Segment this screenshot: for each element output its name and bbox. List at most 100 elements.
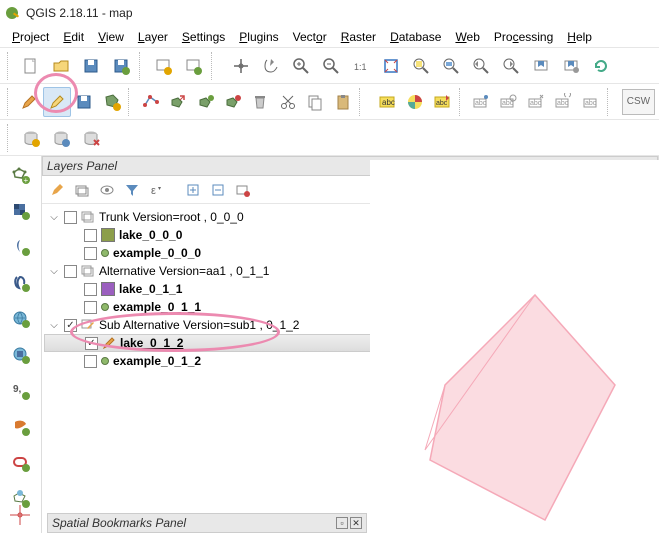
add-wcs-layer-button[interactable] <box>6 340 36 370</box>
window-title: QGIS 2.18.11 - map <box>26 6 133 20</box>
menu-help[interactable]: Help <box>561 28 598 46</box>
add-part-button[interactable] <box>192 87 219 117</box>
save-project-button[interactable] <box>76 51 106 81</box>
add-postgis-layer-button[interactable] <box>6 268 36 298</box>
pan-to-selection-button[interactable] <box>256 51 286 81</box>
menu-processing[interactable]: Processing <box>488 28 559 46</box>
layer-label: lake_0_0_0 <box>119 228 182 242</box>
rotate-label-button[interactable]: abc <box>550 87 577 117</box>
menu-layer[interactable]: Layer <box>132 28 174 46</box>
csw-button[interactable]: CSW <box>622 89 655 115</box>
menu-settings[interactable]: Settings <box>176 28 231 46</box>
diagram-button[interactable] <box>401 87 428 117</box>
layer-label: lake_0_1_2 <box>120 336 183 350</box>
layer-checkbox[interactable] <box>84 355 97 368</box>
editing-pencil-icon <box>102 336 116 350</box>
filter-legend-button[interactable] <box>121 179 143 201</box>
layer-checkbox[interactable] <box>85 337 98 350</box>
expand-icon[interactable]: ⌵ <box>48 319 60 331</box>
zoom-last-button[interactable] <box>466 51 496 81</box>
move-feature-button[interactable] <box>164 87 191 117</box>
svg-text:abc: abc <box>585 100 597 107</box>
left-toolstrip: + 9, <box>0 156 42 533</box>
add-raster-layer-button[interactable] <box>6 196 36 226</box>
expand-all-button[interactable] <box>182 179 204 201</box>
layer-checkbox[interactable] <box>84 283 97 296</box>
add-oracle-layer-button[interactable] <box>6 448 36 478</box>
expand-icon[interactable]: ⌵ <box>48 265 60 277</box>
style-manager-button[interactable] <box>46 179 68 201</box>
new-project-button[interactable] <box>16 51 46 81</box>
menu-web[interactable]: Web <box>449 28 485 46</box>
zoom-native-button[interactable]: 1:1 <box>346 51 376 81</box>
point-swatch-icon <box>101 357 109 365</box>
add-delimited-text-button[interactable]: 9, <box>6 376 36 406</box>
add-feature-button[interactable] <box>98 87 125 117</box>
bookmarks-panel-header: Spatial Bookmarks Panel ▫ ✕ <box>47 513 367 533</box>
show-bookmarks-button[interactable] <box>556 51 586 81</box>
delete-part-button[interactable] <box>219 87 246 117</box>
svg-text:ε: ε <box>151 185 156 197</box>
map-canvas[interactable] <box>370 160 659 533</box>
add-wms-layer-button[interactable] <box>6 304 36 334</box>
db-3-button[interactable] <box>76 123 106 153</box>
cut-features-button[interactable] <box>274 87 301 117</box>
zoom-in-button[interactable] <box>286 51 316 81</box>
expand-icon[interactable]: ⌵ <box>48 211 60 223</box>
toggle-editing-button[interactable] <box>43 87 71 117</box>
layer-label: example_0_1_1 <box>113 300 201 314</box>
layer-checkbox[interactable] <box>84 247 97 260</box>
save-edits-button[interactable] <box>71 87 98 117</box>
save-project-as-button[interactable] <box>106 51 136 81</box>
group-checkbox[interactable] <box>64 319 77 332</box>
show-hide-labels-button[interactable]: abc <box>495 87 522 117</box>
zoom-out-button[interactable] <box>316 51 346 81</box>
add-vector-layer-button[interactable]: + <box>6 160 36 190</box>
paste-features-button[interactable] <box>329 87 356 117</box>
open-project-button[interactable] <box>46 51 76 81</box>
menu-edit[interactable]: Edit <box>57 28 90 46</box>
current-edits-button[interactable] <box>16 87 43 117</box>
collapse-all-button[interactable] <box>207 179 229 201</box>
add-group-button[interactable] <box>71 179 93 201</box>
add-mssql-layer-button[interactable] <box>6 412 36 442</box>
db-1-button[interactable] <box>16 123 46 153</box>
menu-project[interactable]: Project <box>6 28 55 46</box>
manage-visibility-button[interactable] <box>96 179 118 201</box>
pan-button[interactable] <box>226 51 256 81</box>
delete-selected-button[interactable] <box>247 87 274 117</box>
menu-vector[interactable]: Vector <box>287 28 333 46</box>
layer-checkbox[interactable] <box>84 301 97 314</box>
zoom-full-button[interactable] <box>376 51 406 81</box>
new-print-composer-button[interactable] <box>148 51 178 81</box>
labeling-button[interactable]: abc <box>373 87 400 117</box>
group-checkbox[interactable] <box>64 211 77 224</box>
panel-close-button[interactable]: ✕ <box>350 517 362 529</box>
zoom-next-button[interactable] <box>496 51 526 81</box>
new-bookmark-button[interactable] <box>526 51 556 81</box>
pin-labels-button[interactable]: abc <box>467 87 494 117</box>
move-label-button[interactable]: abc <box>522 87 549 117</box>
menu-database[interactable]: Database <box>384 28 447 46</box>
panel-undock-button[interactable]: ▫ <box>336 517 348 529</box>
change-label-button[interactable]: abc <box>577 87 604 117</box>
group-checkbox[interactable] <box>64 265 77 278</box>
db-2-button[interactable] <box>46 123 76 153</box>
add-wfs-layer-button[interactable] <box>6 484 36 514</box>
refresh-button[interactable] <box>586 51 616 81</box>
group-label: Alternative Version=aa1 , 0_1_1 <box>99 264 269 278</box>
zoom-to-selection-button[interactable] <box>406 51 436 81</box>
add-spatialite-layer-button[interactable] <box>6 232 36 262</box>
menu-raster[interactable]: Raster <box>335 28 382 46</box>
layer-checkbox[interactable] <box>84 229 97 242</box>
remove-layer-button[interactable] <box>232 179 254 201</box>
map-feature-polygon[interactable] <box>430 295 615 520</box>
zoom-to-layer-button[interactable] <box>436 51 466 81</box>
expression-filter-button[interactable]: ε▾ <box>146 179 168 201</box>
menu-plugins[interactable]: Plugins <box>233 28 284 46</box>
menu-view[interactable]: View <box>92 28 130 46</box>
copy-features-button[interactable] <box>302 87 329 117</box>
composer-manager-button[interactable] <box>178 51 208 81</box>
node-tool-button[interactable] <box>137 87 164 117</box>
highlight-labels-button[interactable]: abc <box>428 87 455 117</box>
